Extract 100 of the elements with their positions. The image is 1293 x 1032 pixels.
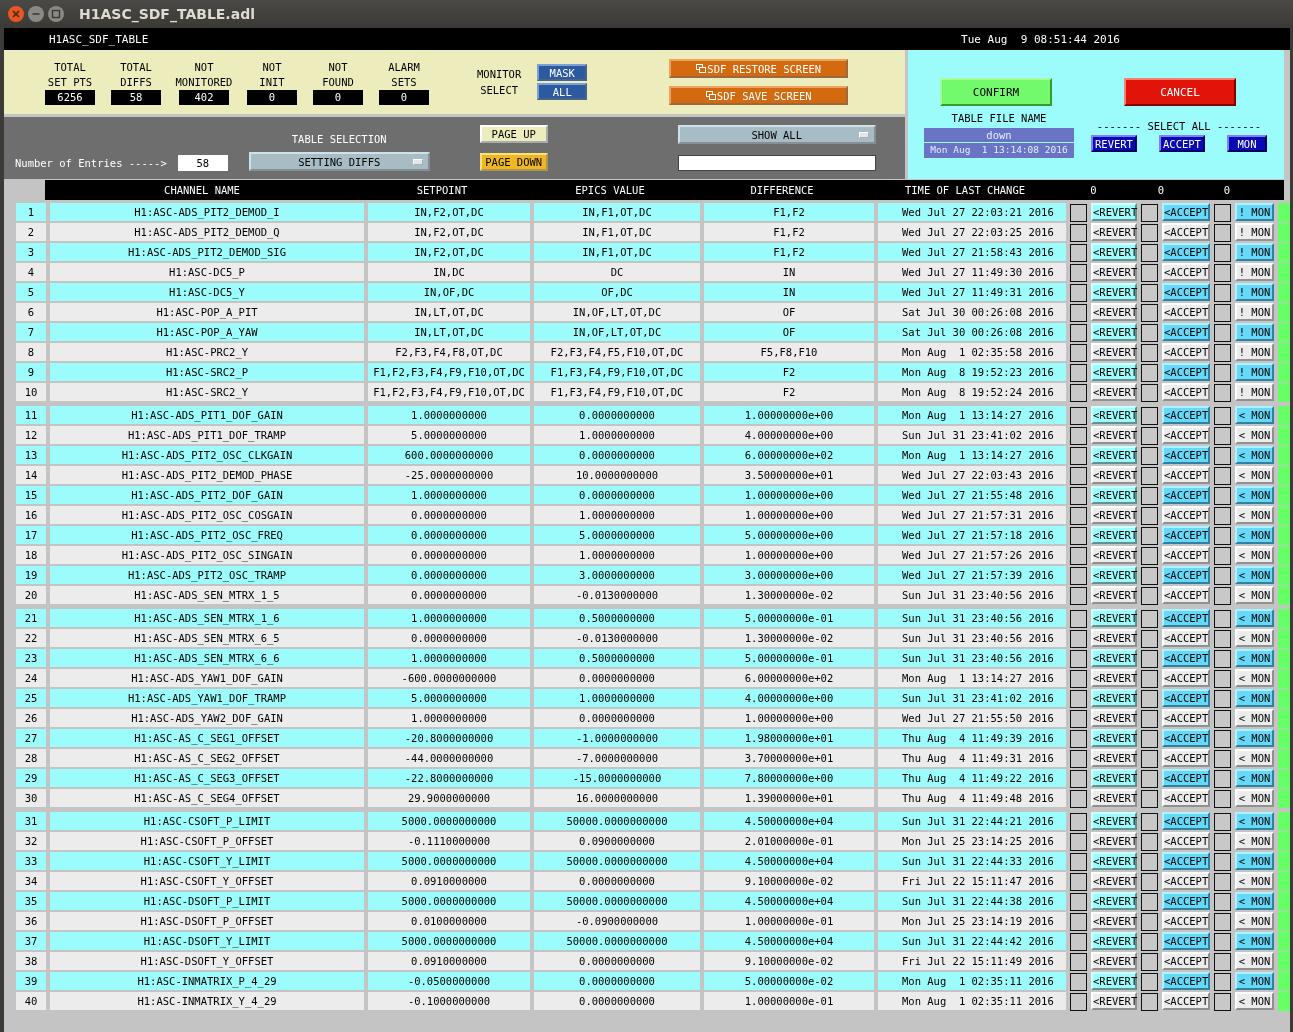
checkbox[interactable] (1141, 690, 1158, 708)
accept-button[interactable]: <ACCEPT (1162, 506, 1210, 524)
revert-button[interactable]: <REVERT (1091, 709, 1137, 727)
checkbox[interactable] (1214, 710, 1231, 728)
revert-button[interactable]: <REVERT (1091, 689, 1137, 707)
filter-dropdown[interactable]: SHOW ALL (677, 125, 876, 144)
checkbox[interactable] (1214, 730, 1231, 748)
revert-button[interactable]: <REVERT (1091, 363, 1137, 381)
checkbox[interactable] (1070, 750, 1087, 768)
revert-button[interactable]: <REVERT (1091, 912, 1137, 930)
accept-button[interactable]: <ACCEPT (1162, 526, 1210, 544)
checkbox[interactable] (1070, 853, 1087, 871)
checkbox[interactable] (1070, 730, 1087, 748)
accept-button[interactable]: <ACCEPT (1162, 223, 1210, 241)
checkbox[interactable] (1141, 224, 1158, 242)
accept-button[interactable]: <ACCEPT (1162, 892, 1210, 910)
mon-button[interactable]: ! MON (1235, 263, 1274, 281)
checkbox[interactable] (1214, 630, 1231, 648)
mon-button[interactable]: ! MON (1235, 243, 1274, 261)
accept-button[interactable]: <ACCEPT (1162, 363, 1210, 381)
checkbox[interactable] (1070, 204, 1087, 222)
revert-button[interactable]: <REVERT (1091, 952, 1137, 970)
mon-button[interactable]: < MON (1235, 872, 1274, 890)
checkbox[interactable] (1070, 407, 1087, 425)
accept-button[interactable]: <ACCEPT (1162, 203, 1210, 221)
checkbox[interactable] (1070, 224, 1087, 242)
accept-button[interactable]: <ACCEPT (1162, 729, 1210, 747)
checkbox[interactable] (1070, 567, 1087, 585)
checkbox[interactable] (1141, 567, 1158, 585)
accept-button[interactable]: <ACCEPT (1162, 383, 1210, 401)
checkbox[interactable] (1070, 587, 1087, 605)
checkbox[interactable] (1141, 973, 1158, 991)
checkbox[interactable] (1070, 244, 1087, 262)
mon-button[interactable]: ! MON (1235, 363, 1274, 381)
accept-button[interactable]: <ACCEPT (1162, 992, 1210, 1010)
accept-button[interactable]: <ACCEPT (1162, 832, 1210, 850)
revert-button[interactable]: <REVERT (1091, 992, 1137, 1010)
checkbox[interactable] (1214, 364, 1231, 382)
checkbox[interactable] (1141, 264, 1158, 282)
accept-button[interactable]: <ACCEPT (1162, 406, 1210, 424)
mon-button[interactable]: < MON (1235, 526, 1274, 544)
checkbox[interactable] (1070, 630, 1087, 648)
checkbox[interactable] (1214, 304, 1231, 322)
checkbox[interactable] (1141, 833, 1158, 851)
checkbox[interactable] (1214, 384, 1231, 402)
checkbox[interactable] (1214, 567, 1231, 585)
accept-button[interactable]: <ACCEPT (1162, 689, 1210, 707)
checkbox[interactable] (1070, 527, 1087, 545)
checkbox[interactable] (1070, 427, 1087, 445)
checkbox[interactable] (1214, 527, 1231, 545)
checkbox[interactable] (1141, 670, 1158, 688)
checkbox[interactable] (1214, 264, 1231, 282)
checkbox[interactable] (1141, 913, 1158, 931)
select-all-button[interactable]: ACCEPT (1159, 135, 1205, 152)
checkbox[interactable] (1141, 933, 1158, 951)
checkbox[interactable] (1070, 893, 1087, 911)
checkbox[interactable] (1214, 547, 1231, 565)
revert-button[interactable]: <REVERT (1091, 223, 1137, 241)
checkbox[interactable] (1214, 933, 1231, 951)
windows-icon[interactable] (696, 64, 707, 73)
accept-button[interactable]: <ACCEPT (1162, 466, 1210, 484)
checkbox[interactable] (1070, 770, 1087, 788)
mon-button[interactable]: < MON (1235, 892, 1274, 910)
checkbox[interactable] (1141, 893, 1158, 911)
accept-button[interactable]: <ACCEPT (1162, 709, 1210, 727)
revert-button[interactable]: <REVERT (1091, 343, 1137, 361)
accept-button[interactable]: <ACCEPT (1162, 486, 1210, 504)
mon-button[interactable]: < MON (1235, 972, 1274, 990)
checkbox[interactable] (1070, 384, 1087, 402)
checkbox[interactable] (1070, 264, 1087, 282)
mon-button[interactable]: < MON (1235, 486, 1274, 504)
minimize-icon[interactable] (27, 5, 45, 23)
checkbox[interactable] (1070, 790, 1087, 808)
checkbox[interactable] (1141, 750, 1158, 768)
revert-button[interactable]: <REVERT (1091, 832, 1137, 850)
revert-button[interactable]: <REVERT (1091, 203, 1137, 221)
checkbox[interactable] (1141, 527, 1158, 545)
screen-button[interactable]: SDF SAVE SCREEN (669, 86, 849, 105)
maximize-icon[interactable] (47, 5, 65, 23)
accept-button[interactable]: <ACCEPT (1162, 649, 1210, 667)
accept-button[interactable]: <ACCEPT (1162, 812, 1210, 830)
mon-button[interactable]: < MON (1235, 446, 1274, 464)
revert-button[interactable]: <REVERT (1091, 972, 1137, 990)
revert-button[interactable]: <REVERT (1091, 892, 1137, 910)
mon-button[interactable]: < MON (1235, 466, 1274, 484)
mon-button[interactable]: < MON (1235, 426, 1274, 444)
select-all-button[interactable]: REVERT (1091, 135, 1137, 152)
checkbox[interactable] (1214, 467, 1231, 485)
checkbox[interactable] (1070, 304, 1087, 322)
mon-button[interactable]: < MON (1235, 566, 1274, 584)
close-icon[interactable] (7, 5, 25, 23)
revert-button[interactable]: <REVERT (1091, 769, 1137, 787)
checkbox[interactable] (1214, 344, 1231, 362)
checkbox[interactable] (1141, 993, 1158, 1011)
mon-button[interactable]: < MON (1235, 649, 1274, 667)
checkbox[interactable] (1214, 224, 1231, 242)
checkbox[interactable] (1141, 547, 1158, 565)
mon-button[interactable]: < MON (1235, 586, 1274, 604)
accept-button[interactable]: <ACCEPT (1162, 872, 1210, 890)
mon-button[interactable]: < MON (1235, 689, 1274, 707)
